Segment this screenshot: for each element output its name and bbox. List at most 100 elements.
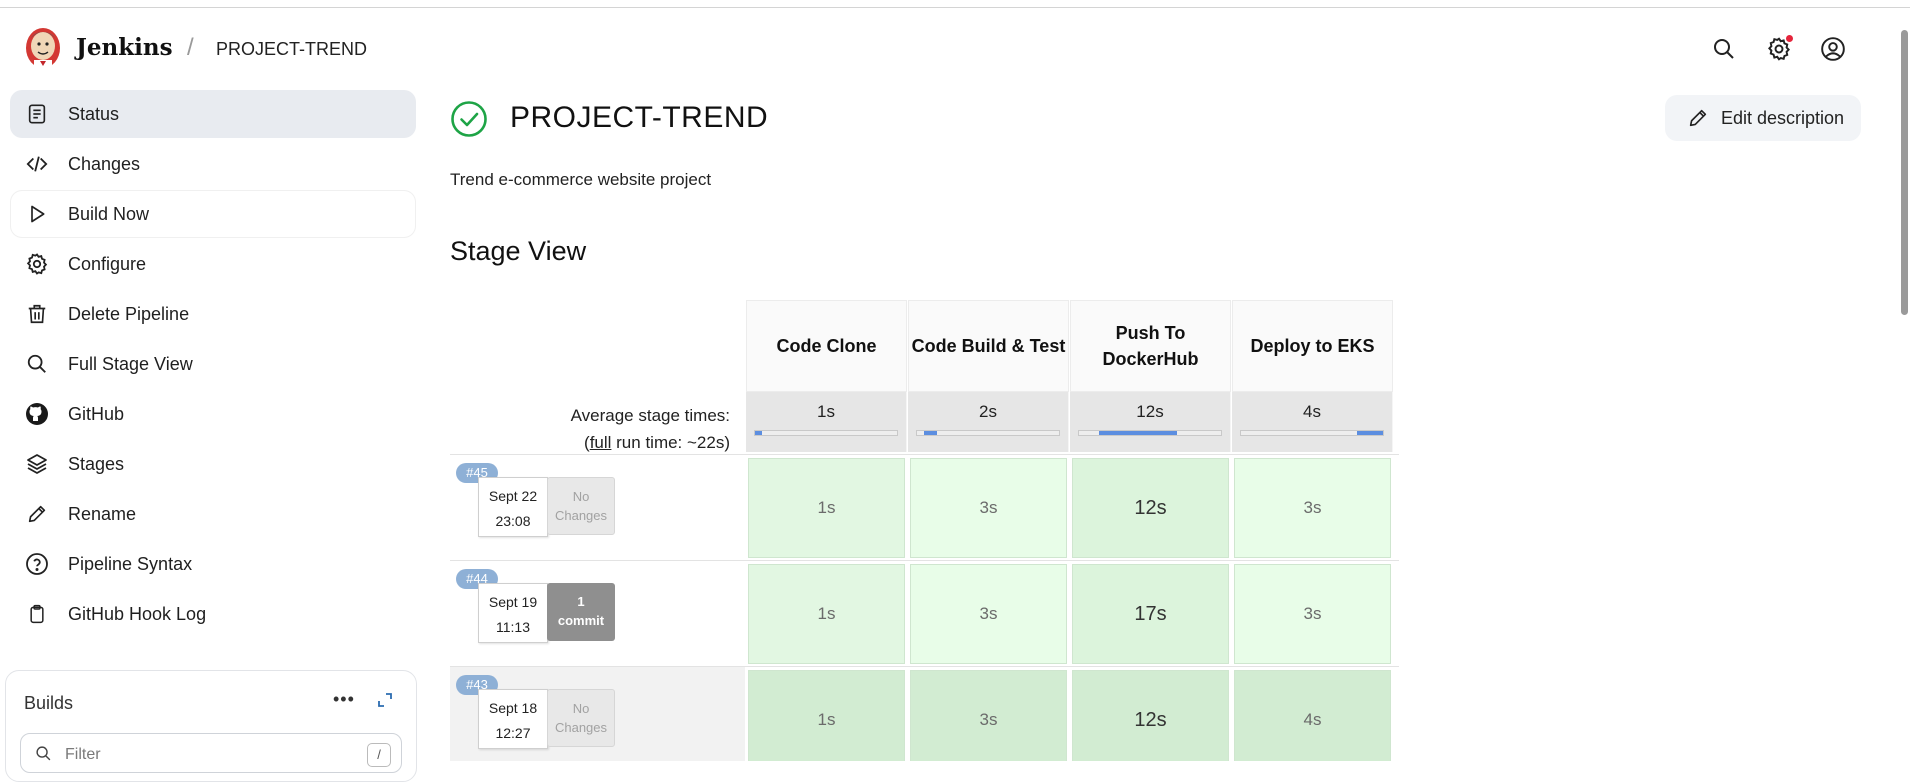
changes-line1: No <box>572 489 590 504</box>
breadcrumb-project[interactable]: PROJECT-TREND <box>216 39 367 60</box>
build-row-45: #45 Sept 22 23:08 No Changes 1s 3s 12s 3… <box>450 454 1399 560</box>
full-run-link[interactable]: full <box>590 433 612 452</box>
stage-cell-success[interactable]: 3s <box>910 458 1067 558</box>
stage-cell-success[interactable]: 3s <box>910 670 1067 761</box>
stage-cell-success[interactable]: 12s <box>1072 670 1229 761</box>
sidebar-item-label: GitHub Hook Log <box>68 603 207 624</box>
avg-cell-code-clone: 1s <box>746 392 907 452</box>
github-icon <box>24 401 50 427</box>
avg-progress-track <box>1240 430 1384 436</box>
sidebar-item-label: GitHub <box>68 403 125 424</box>
sidebar-item-status[interactable]: Status <box>10 90 416 138</box>
build-date: Sept 18 <box>488 700 538 716</box>
avg-progress-bar <box>1357 431 1383 435</box>
build-date-card: Sept 18 12:27 <box>478 689 548 749</box>
stage-cell-success[interactable]: 1s <box>748 458 905 558</box>
page-scrollbar[interactable] <box>1898 26 1910 761</box>
more-options-button[interactable]: ••• <box>333 689 355 710</box>
gear-icon <box>24 251 50 277</box>
sidebar-item-label: Changes <box>68 153 141 174</box>
jenkins-logo[interactable] <box>24 26 62 70</box>
sidebar-item-label: Status <box>68 103 120 124</box>
build-date: Sept 22 <box>488 488 538 504</box>
build-date: Sept 19 <box>488 594 538 610</box>
trash-icon <box>24 301 50 327</box>
sidebar-item-label: Configure <box>68 253 147 274</box>
stage-cell-success[interactable]: 12s <box>1072 458 1229 558</box>
build-time: 12:27 <box>495 725 531 741</box>
edit-description-button[interactable]: Edit description <box>1665 95 1861 141</box>
breadcrumb-separator: / <box>187 34 194 61</box>
sidebar-item-changes[interactable]: Changes <box>10 140 416 188</box>
avg-progress-track <box>916 430 1060 436</box>
avg-cell-deploy-eks: 4s <box>1232 392 1393 452</box>
scrollbar-thumb[interactable] <box>1901 30 1908 315</box>
sidebar-item-github[interactable]: GitHub <box>10 390 416 438</box>
build-date-card: Sept 22 23:08 <box>478 477 548 537</box>
stage-cell-success[interactable]: 3s <box>910 564 1067 664</box>
avg-time: 12s <box>1136 402 1164 421</box>
avg-progress-track <box>754 430 898 436</box>
sidebar-item-label: Full Stage View <box>68 353 193 374</box>
sidebar-item-pipeline-syntax[interactable]: Pipeline Syntax <box>10 540 416 588</box>
avg-label-line2: (full run time: ~22s) <box>450 429 730 456</box>
stage-cell-success[interactable]: 1s <box>748 670 905 761</box>
search-icon[interactable] <box>1709 34 1739 64</box>
sidebar-item-github-hook-log[interactable]: GitHub Hook Log <box>10 590 416 638</box>
window-top-border <box>0 0 1910 8</box>
sidebar-item-full-stage-view[interactable]: Full Stage View <box>10 340 416 388</box>
search-icon <box>24 351 50 377</box>
brand-name[interactable]: Jenkins <box>76 34 173 61</box>
sidebar: Status Changes Build Now Configure Delet… <box>10 90 416 640</box>
sidebar-item-build-now[interactable]: Build Now <box>10 190 416 238</box>
stage-cell-success[interactable]: 3s <box>1234 564 1391 664</box>
stage-header-deploy-eks: Deploy to EKS <box>1232 300 1393 392</box>
expand-icon[interactable] <box>376 691 394 709</box>
sidebar-item-label: Rename <box>68 503 137 524</box>
stage-cell-success[interactable]: 3s <box>1234 458 1391 558</box>
sidebar-item-stages[interactable]: Stages <box>10 440 416 488</box>
stage-cell-success[interactable]: 4s <box>1234 670 1391 761</box>
changes-badge: No Changes <box>547 689 615 747</box>
build-time: 23:08 <box>495 513 531 529</box>
pencil-icon <box>24 501 50 527</box>
sidebar-item-label: Delete Pipeline <box>68 303 190 324</box>
commits-badge[interactable]: 1 commit <box>547 583 615 641</box>
sidebar-item-rename[interactable]: Rename <box>10 490 416 538</box>
builds-filter-input[interactable]: Filter / <box>20 733 402 773</box>
project-description: Trend e-commerce website project <box>450 170 712 189</box>
builds-title: Builds <box>24 693 74 713</box>
stage-view-table: Code Clone Code Build & Test Push To Doc… <box>450 298 1399 761</box>
avg-progress-bar <box>924 431 937 435</box>
layers-icon <box>24 451 50 477</box>
changes-badge: No Changes <box>547 477 615 535</box>
changes-line1: 1 <box>577 594 585 609</box>
stage-cell-success[interactable]: 17s <box>1072 564 1229 664</box>
status-doc-icon <box>24 101 50 127</box>
gear-icon[interactable] <box>1764 34 1794 64</box>
success-check-icon <box>451 101 487 137</box>
clipboard-icon <box>24 601 50 627</box>
builds-panel: Builds ••• Filter / <box>5 670 417 782</box>
avg-progress-bar <box>755 431 763 435</box>
average-stage-times-label: Average stage times: (full run time: ~22… <box>450 402 730 456</box>
avg-cell-push-dockerhub: 12s <box>1070 392 1231 452</box>
top-header: Jenkins / PROJECT-TREND <box>0 8 1890 88</box>
avg-time: 2s <box>979 402 997 421</box>
account-icon[interactable] <box>1818 34 1848 64</box>
stage-header-push-dockerhub: Push To DockerHub <box>1070 300 1231 392</box>
build-row-44: #44 Sept 19 11:13 1 commit 1s 3s 17s 3s <box>450 560 1399 666</box>
sidebar-item-label: Build Now <box>68 203 150 224</box>
changes-line1: No <box>572 701 590 716</box>
changes-line2: commit <box>557 613 605 628</box>
avg-cell-code-build-test: 2s <box>908 392 1069 452</box>
sidebar-item-delete-pipeline[interactable]: Delete Pipeline <box>10 290 416 338</box>
avg-label-line1: Average stage times: <box>570 406 730 425</box>
avg-time: 4s <box>1303 402 1321 421</box>
sidebar-item-configure[interactable]: Configure <box>10 240 416 288</box>
stage-cell-success[interactable]: 1s <box>748 564 905 664</box>
stage-header-code-build-test: Code Build & Test <box>908 300 1069 392</box>
sidebar-item-label: Pipeline Syntax <box>68 553 193 574</box>
stage-view-heading: Stage View <box>450 236 587 266</box>
search-icon <box>36 746 51 761</box>
